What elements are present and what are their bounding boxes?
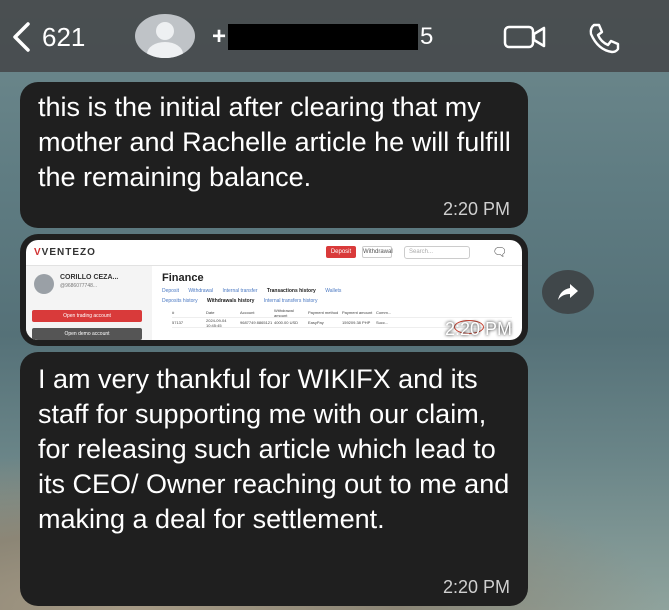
message-bubble[interactable]: this is the initial after clearing that … xyxy=(20,82,528,228)
contact-suffix: 5 xyxy=(420,23,434,50)
video-camera-icon xyxy=(503,25,546,49)
contact-prefix: + xyxy=(212,23,227,50)
screenshot-user-id: @9686077748... xyxy=(60,283,98,289)
message-time: 2:20 PM xyxy=(444,319,512,339)
screenshot-tabs: Deposit Withdrawal Internal transfer Tra… xyxy=(162,288,342,294)
unread-count: 621 xyxy=(42,21,86,52)
chat-header: 621 + 5 xyxy=(0,0,669,72)
broker-logo: VVENTEZO xyxy=(34,247,96,258)
message-text: this is the initial after clearing that … xyxy=(38,92,511,192)
phone-icon xyxy=(589,23,620,54)
redaction-bar xyxy=(228,24,419,50)
back-button[interactable]: 621 xyxy=(10,20,85,54)
video-call-button[interactable] xyxy=(503,24,547,55)
screenshot-topbar: VVENTEZO Deposit Withdrawal Search... 🗨 xyxy=(26,240,522,266)
contact-number[interactable]: + 5 xyxy=(212,22,433,52)
message-text: I am very thankful for WIKIFX and its st… xyxy=(38,364,510,534)
chat-bubble-icon: 🗨 xyxy=(492,245,508,259)
screenshot-sidebar: CORILLO CEZA... @9686077748... Open trad… xyxy=(26,266,152,340)
share-forward-icon xyxy=(558,284,578,300)
screenshot-page-title: Finance xyxy=(162,272,204,284)
message-time: 2:20 PM xyxy=(442,577,510,597)
image-message-bubble[interactable]: VVENTEZO Deposit Withdrawal Search... 🗨 … xyxy=(20,234,528,346)
chevron-left-icon xyxy=(13,22,30,52)
voice-call-button[interactable] xyxy=(586,22,622,59)
contact-avatar[interactable] xyxy=(135,14,195,58)
forward-button[interactable] xyxy=(542,270,594,314)
table-header-row: # Date Account Withdrawal amount Payment… xyxy=(172,308,512,318)
screenshot-subtabs: Deposits history Withdrawals history Int… xyxy=(162,298,318,304)
screenshot-withdrawal-button: Withdrawal xyxy=(362,246,393,258)
screenshot-avatar xyxy=(34,274,54,294)
screenshot-search: Search... xyxy=(404,246,470,259)
message-bubble[interactable]: I am very thankful for WIKIFX and its st… xyxy=(20,352,528,606)
screenshot-open-trading: Open trading account xyxy=(32,310,142,322)
person-avatar-icon xyxy=(156,22,174,40)
screenshot-open-demo: Open demo account xyxy=(32,328,142,340)
screenshot-deposit-button: Deposit xyxy=(326,246,356,258)
message-time: 2:20 PM xyxy=(442,199,510,219)
screenshot-user-name: CORILLO CEZA... xyxy=(60,274,119,281)
